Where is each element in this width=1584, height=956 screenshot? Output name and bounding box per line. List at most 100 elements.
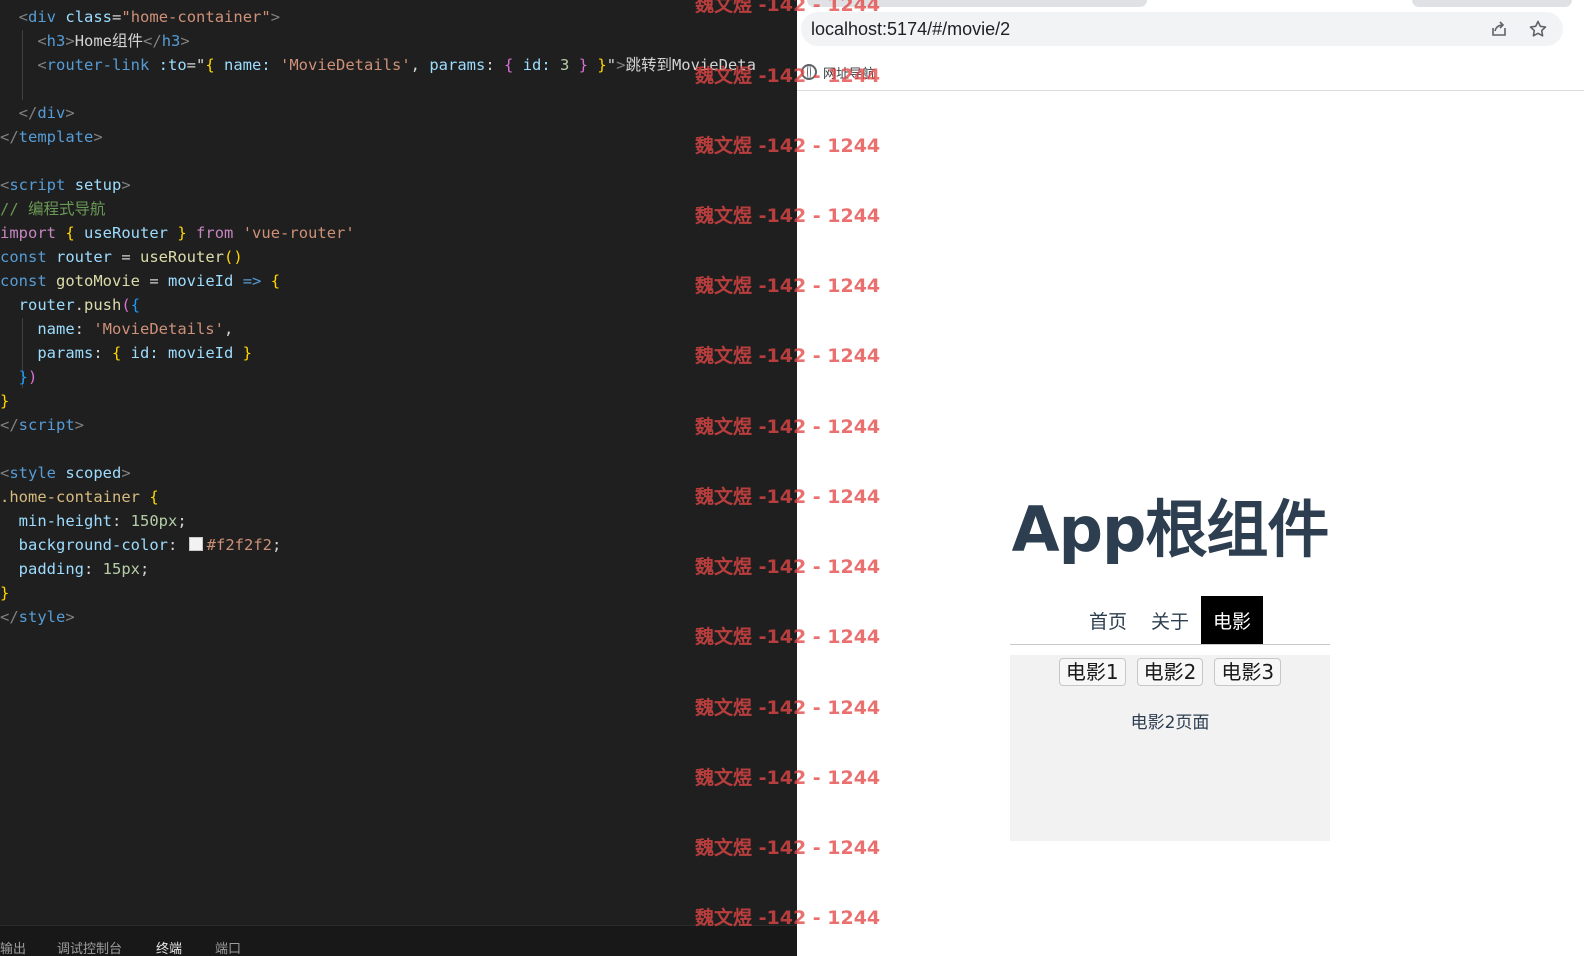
code-token: > xyxy=(65,608,75,626)
code-token: movieId xyxy=(168,272,234,290)
code-token: { xyxy=(149,488,159,506)
code-token: Home组件 xyxy=(74,32,144,50)
code-token: id: xyxy=(513,56,561,74)
code-token: { xyxy=(112,344,122,362)
code-token: script xyxy=(9,176,66,194)
bookmark-bar: 网址导航 xyxy=(797,56,1584,91)
code-token: params xyxy=(429,56,486,74)
code-line[interactable]: </template> xyxy=(0,125,103,149)
code-line[interactable]: <router-link :to="{ name: 'MovieDetails'… xyxy=(0,53,756,77)
nav-link-home[interactable]: 首页 xyxy=(1077,596,1139,644)
code-token: > xyxy=(180,32,190,50)
code-line[interactable]: .home-container { xyxy=(0,485,159,509)
code-line[interactable]: <div class="home-container"> xyxy=(0,5,280,29)
code-token: < xyxy=(0,176,10,194)
code-line[interactable]: }) xyxy=(0,365,38,389)
code-token: from xyxy=(196,224,234,242)
watermark-text: 魏文煜 -142 - 1244 xyxy=(695,135,881,157)
code-token: id: movieId xyxy=(121,344,243,362)
star-icon[interactable] xyxy=(1528,19,1548,39)
watermark-text: 魏文煜 -142 - 1244 xyxy=(695,416,881,438)
code-line[interactable]: padding: 15px; xyxy=(0,557,150,581)
code-token: " xyxy=(606,56,617,74)
code-token: </ xyxy=(0,128,19,146)
movie-button-group: 电影1 电影2 电影3 xyxy=(1010,655,1330,686)
code-line[interactable]: const gotoMovie = movieId => { xyxy=(0,269,280,293)
code-token: style xyxy=(9,464,57,482)
code-line[interactable]: params: { id: movieId } xyxy=(0,341,252,365)
code-token: > xyxy=(74,416,85,434)
code-line[interactable]: background-color: #f2f2f2; xyxy=(0,533,282,557)
code-line[interactable]: } xyxy=(0,581,9,605)
code-token: 'vue-router' xyxy=(242,224,355,242)
movie-1-button[interactable]: 电影1 xyxy=(1058,658,1126,686)
browser-tab[interactable] xyxy=(1412,0,1572,7)
code-line[interactable]: </script> xyxy=(0,413,84,437)
code-token: =" xyxy=(186,56,206,74)
main-nav: 首页 关于 电影 xyxy=(1010,596,1330,645)
address-bar[interactable]: localhost:5174/#/movie/2 xyxy=(801,12,1563,46)
watermark-text: 魏文煜 -142 - 1244 xyxy=(695,275,881,297)
code-token: () xyxy=(224,248,243,266)
code-token: > xyxy=(270,8,281,26)
panel-tab-ports[interactable]: 端口 xyxy=(215,938,241,956)
code-line[interactable]: } xyxy=(0,389,9,413)
watermark-text: 魏文煜 -142 - 1244 xyxy=(695,556,881,578)
code-line[interactable]: <style scoped> xyxy=(0,461,131,485)
code-token: div xyxy=(28,8,57,26)
code-token: : xyxy=(84,560,103,578)
code-token: } xyxy=(18,368,29,386)
code-token: = xyxy=(140,272,169,290)
code-token: > xyxy=(93,128,103,146)
code-line[interactable]: <script setup> xyxy=(0,173,131,197)
movie-container: 电影1 电影2 电影3 电影2页面 xyxy=(1010,655,1330,841)
nav-link-about[interactable]: 关于 xyxy=(1139,596,1201,644)
code-editor[interactable]: <div class="home-container"> < h3 > Home组件 <… xyxy=(0,0,797,956)
code-token: } xyxy=(597,56,607,74)
code-line[interactable]: const router = useRouter() xyxy=(0,245,243,269)
code-token: useRouter xyxy=(74,224,178,242)
code-token: , xyxy=(223,320,234,338)
share-icon[interactable] xyxy=(1489,19,1509,39)
panel-tab-output[interactable]: 输出 xyxy=(0,938,26,956)
color-swatch-icon xyxy=(188,537,203,551)
code-token: script xyxy=(18,416,75,434)
code-token: "home-container" xyxy=(121,8,271,26)
code-line[interactable]: // 编程式导航 xyxy=(0,197,106,221)
code-token: template xyxy=(18,128,94,146)
panel-tab-debug-console[interactable]: 调试控制台 xyxy=(57,938,122,956)
code-line[interactable]: </style> xyxy=(0,605,75,629)
code-line[interactable]: <h3>Home组件</h3> xyxy=(0,29,190,53)
code-line[interactable]: </div> xyxy=(0,101,75,125)
watermark-text: 魏文煜 -142 - 1244 xyxy=(695,697,881,719)
code-token: ; xyxy=(177,512,187,530)
code-token: h3 xyxy=(46,32,66,50)
code-line[interactable]: name: 'MovieDetails', xyxy=(0,317,233,341)
nav-link-movie[interactable]: 电影 xyxy=(1201,596,1264,644)
watermark-text: 魏文煜 -142 - 1244 xyxy=(695,767,881,789)
movie-3-button[interactable]: 电影3 xyxy=(1214,658,1282,686)
code-line[interactable]: min-height: 150px; xyxy=(0,509,187,533)
code-token: { xyxy=(270,272,281,290)
code-token: { xyxy=(65,224,75,242)
watermark-text: 魏文煜 -142 - 1244 xyxy=(695,626,881,648)
movie-2-button[interactable]: 电影2 xyxy=(1136,658,1204,686)
code-token: } xyxy=(0,392,10,410)
code-token: 'MovieDetails' xyxy=(93,320,224,338)
code-line[interactable]: import { useRouter } from 'vue-router' xyxy=(0,221,355,245)
url-text[interactable]: localhost:5174/#/movie/2 xyxy=(811,19,1010,40)
watermark-text: 魏文煜 -142 - 1244 xyxy=(695,205,881,227)
panel-tab-terminal[interactable]: 终端 xyxy=(156,938,182,956)
code-token: setup xyxy=(74,176,122,194)
code-token: } xyxy=(578,56,589,74)
watermark-text: 魏文煜 -142 - 1244 xyxy=(695,0,881,16)
code-line[interactable]: router.push({ xyxy=(0,293,140,317)
